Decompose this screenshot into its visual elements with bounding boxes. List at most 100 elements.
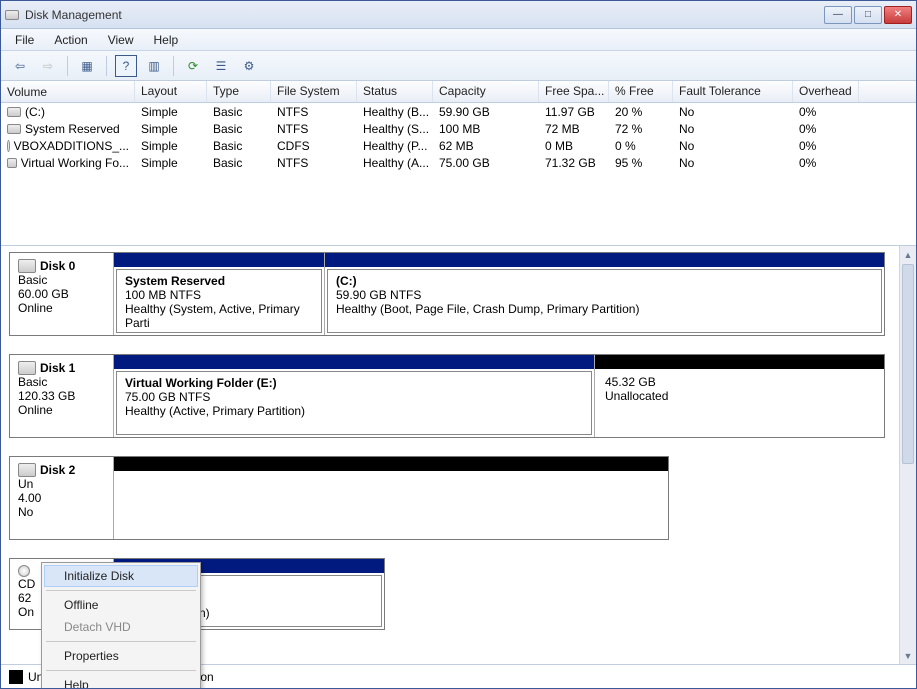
more-button[interactable]: ⚙ xyxy=(238,55,260,77)
menu-action[interactable]: Action xyxy=(46,31,95,49)
help-button[interactable]: ? xyxy=(115,55,137,77)
disk-label: Disk 1 Basic 120.33 GB Online xyxy=(10,355,114,437)
menubar: File Action View Help xyxy=(1,29,916,51)
window-frame: Disk Management — □ ✕ File Action View H… xyxy=(0,0,917,689)
titlebar: Disk Management — □ ✕ xyxy=(1,1,916,29)
column-percent-free[interactable]: % Free xyxy=(609,81,673,102)
column-type[interactable]: Type xyxy=(207,81,271,102)
disk-type: Basic xyxy=(18,375,105,389)
disk-name: Disk 2 xyxy=(40,463,75,477)
scroll-up-arrow[interactable]: ▲ xyxy=(900,246,916,263)
app-icon xyxy=(5,10,19,20)
volume-capacity: 100 MB xyxy=(433,122,539,136)
volume-capacity: 75.00 GB xyxy=(433,156,539,170)
volume-fs: NTFS xyxy=(271,156,357,170)
disk-status: Online xyxy=(18,301,105,315)
volume-fault: No xyxy=(673,122,793,136)
partition[interactable]: Virtual Working Folder (E:) 75.00 GB NTF… xyxy=(114,355,594,437)
settings-button[interactable]: ▥ xyxy=(143,55,165,77)
partition-title: (C:) xyxy=(336,274,873,288)
scroll-thumb[interactable] xyxy=(902,264,914,464)
volume-header-row: Volume Layout Type File System Status Ca… xyxy=(1,81,916,103)
context-separator xyxy=(46,670,196,671)
disk-icon xyxy=(18,361,36,375)
volume-overhead: 0% xyxy=(793,156,859,170)
close-button[interactable]: ✕ xyxy=(884,6,912,24)
volume-fault: No xyxy=(673,156,793,170)
context-offline[interactable]: Offline xyxy=(44,594,198,616)
context-initialize-disk[interactable]: Initialize Disk xyxy=(44,565,198,587)
volume-pfree: 0 % xyxy=(609,139,673,153)
disk-block[interactable]: Disk 1 Basic 120.33 GB Online Virtual Wo… xyxy=(9,354,885,438)
legend-swatch-unallocated xyxy=(9,670,23,684)
disk-block[interactable]: Disk 2 Un 4.00 No xyxy=(9,456,669,540)
context-menu: Initialize Disk Offline Detach VHD Prope… xyxy=(41,562,201,688)
partition-unallocated[interactable] xyxy=(114,457,668,539)
volume-row[interactable]: System Reserved Simple Basic NTFS Health… xyxy=(1,120,916,137)
minimize-button[interactable]: — xyxy=(824,6,852,24)
volume-row[interactable]: (C:) Simple Basic NTFS Healthy (B... 59.… xyxy=(1,103,916,120)
volume-free: 0 MB xyxy=(539,139,609,153)
partition-title: Virtual Working Folder (E:) xyxy=(125,376,583,390)
partition-size: 75.00 GB NTFS xyxy=(125,390,583,404)
volume-icon xyxy=(7,124,21,134)
column-layout[interactable]: Layout xyxy=(135,81,207,102)
menu-view[interactable]: View xyxy=(100,31,142,49)
column-fault-tolerance[interactable]: Fault Tolerance xyxy=(673,81,793,102)
context-separator xyxy=(46,641,196,642)
maximize-button[interactable]: □ xyxy=(854,6,882,24)
show-hide-console-tree-button[interactable]: ▦ xyxy=(76,55,98,77)
volume-free: 72 MB xyxy=(539,122,609,136)
disk-status: No xyxy=(18,505,105,519)
partition-color-bar xyxy=(114,457,668,471)
column-volume[interactable]: Volume xyxy=(1,81,135,102)
context-separator xyxy=(46,590,196,591)
context-detach-vhd[interactable]: Detach VHD xyxy=(44,616,198,638)
column-capacity[interactable]: Capacity xyxy=(433,81,539,102)
column-free-space[interactable]: Free Spa... xyxy=(539,81,609,102)
volume-fs: CDFS xyxy=(271,139,357,153)
forward-button[interactable]: ⇨ xyxy=(37,55,59,77)
volume-icon xyxy=(7,107,21,117)
list-button[interactable]: ☰ xyxy=(210,55,232,77)
partition-status: Healthy (System, Active, Primary Parti xyxy=(125,302,313,330)
volume-layout: Simple xyxy=(135,139,207,153)
column-file-system[interactable]: File System xyxy=(271,81,357,102)
volume-capacity: 59.90 GB xyxy=(433,105,539,119)
toolbar: ⇦ ⇨ ▦ ? ▥ ⟳ ☰ ⚙ xyxy=(1,51,916,81)
volume-layout: Simple xyxy=(135,122,207,136)
column-status[interactable]: Status xyxy=(357,81,433,102)
volume-type: Basic xyxy=(207,156,271,170)
content-area: Volume Layout Type File System Status Ca… xyxy=(1,81,916,688)
volume-free: 11.97 GB xyxy=(539,105,609,119)
volume-capacity: 62 MB xyxy=(433,139,539,153)
partition[interactable]: (C:) 59.90 GB NTFS Healthy (Boot, Page F… xyxy=(324,253,884,335)
refresh-button[interactable]: ⟳ xyxy=(182,55,204,77)
volume-row[interactable]: Virtual Working Fo... Simple Basic NTFS … xyxy=(1,154,916,171)
volume-overhead: 0% xyxy=(793,122,859,136)
partition-color-bar xyxy=(114,355,594,369)
column-overhead[interactable]: Overhead xyxy=(793,81,859,102)
disk-label: Disk 2 Un 4.00 No xyxy=(10,457,114,539)
context-properties[interactable]: Properties xyxy=(44,645,198,667)
volume-overhead: 0% xyxy=(793,139,859,153)
disk-size: 60.00 GB xyxy=(18,287,105,301)
back-button[interactable]: ⇦ xyxy=(9,55,31,77)
volume-status: Healthy (B... xyxy=(357,105,433,119)
context-help[interactable]: Help xyxy=(44,674,198,688)
volume-type: Basic xyxy=(207,105,271,119)
disk-block[interactable]: Disk 0 Basic 60.00 GB Online System Rese… xyxy=(9,252,885,336)
partition[interactable]: System Reserved 100 MB NTFS Healthy (Sys… xyxy=(114,253,324,335)
menu-file[interactable]: File xyxy=(7,31,42,49)
partition-color-bar xyxy=(595,355,884,369)
volume-type: Basic xyxy=(207,139,271,153)
menu-help[interactable]: Help xyxy=(146,31,187,49)
partition-size: 45.32 GB xyxy=(605,375,874,389)
volume-free: 71.32 GB xyxy=(539,156,609,170)
scroll-down-arrow[interactable]: ▼ xyxy=(900,647,916,664)
disk-icon xyxy=(18,463,36,477)
volume-row[interactable]: VBOXADDITIONS_... Simple Basic CDFS Heal… xyxy=(1,137,916,154)
cd-icon xyxy=(18,565,30,577)
vertical-scrollbar[interactable]: ▲ ▼ xyxy=(899,246,916,664)
partition-unallocated[interactable]: 45.32 GB Unallocated xyxy=(594,355,884,437)
